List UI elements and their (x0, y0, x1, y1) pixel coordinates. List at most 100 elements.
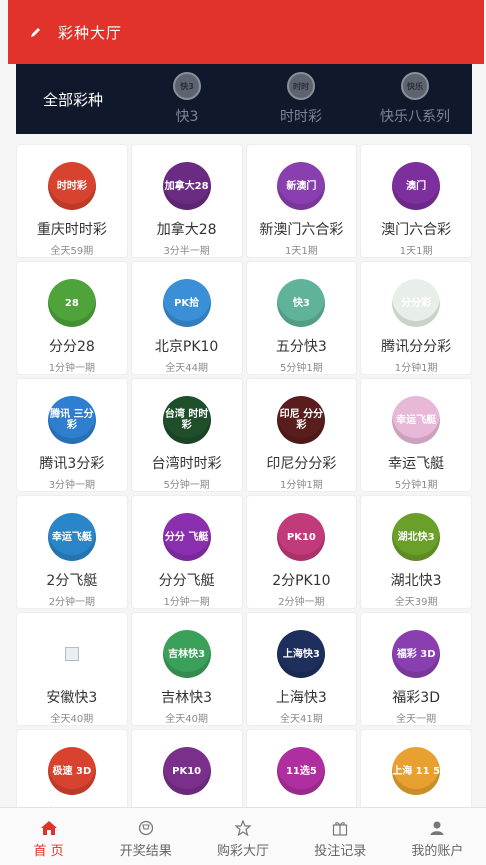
lottery-name: 重庆时时彩 (36, 222, 107, 238)
lottery-name: 澳门六合彩 (381, 222, 452, 238)
home-icon (40, 821, 57, 835)
lottery-card[interactable]: 安徽快3 全天40期 (16, 612, 128, 726)
lottery-schedule: 5分钟1期 (280, 363, 323, 374)
lottery-name: 加拿大28 (156, 222, 217, 238)
lottery-card[interactable]: 幸运飞艇 2分飞艇 2分钟一期 (16, 495, 128, 609)
tab-my-account[interactable]: 我的账户 (389, 808, 486, 865)
tab-bet-records[interactable]: 投注记录 (292, 808, 389, 865)
tab-kuaile8[interactable]: 快乐 快乐八系列 (358, 64, 472, 134)
lottery-name: 湖北快3 (390, 573, 442, 589)
tab-label: 购彩大厅 (217, 844, 270, 859)
lottery-logo: 幸运飞艇 (47, 513, 96, 561)
trophy-icon (138, 820, 153, 836)
lottery-schedule: 全天一期 (396, 714, 437, 725)
lottery-schedule: 1分钟1期 (280, 480, 323, 491)
lottery-card[interactable]: 新澳门 新澳门六合彩 1天1期 (245, 144, 358, 258)
lottery-card[interactable]: 28 分分28 1分钟一期 (16, 261, 128, 375)
lottery-logo: 分分彩 (392, 279, 441, 327)
star-icon (234, 820, 252, 836)
pencil-icon[interactable] (30, 26, 42, 38)
tab-lottery-hall[interactable]: 购彩大厅 (194, 808, 291, 865)
bottom-tab-bar: 首 页 开奖结果 购彩大厅 投注记录 我的账户 (0, 807, 486, 865)
lottery-card[interactable]: 分分彩 腾讯分分彩 1分钟1期 (360, 261, 472, 375)
lottery-card[interactable]: 湖北快3 湖北快3 全天39期 (360, 495, 472, 609)
lottery-schedule: 5分钟一期 (163, 480, 210, 491)
lottery-name: 安徽快3 (46, 690, 98, 706)
lottery-card[interactable]: 加拿大28 加拿大28 3分半一期 (130, 144, 243, 258)
lottery-card[interactable]: 澳门澳门六合彩 1天1期 (360, 144, 472, 258)
lottery-schedule: 全天40期 (165, 714, 208, 725)
lottery-name: 分分飞艇 (158, 573, 215, 589)
tab-all-lotteries[interactable]: 全部彩种 (16, 64, 130, 134)
tab-label: 投注记录 (314, 844, 367, 859)
lottery-card[interactable]: PK拾北京PK10 全天44期 (130, 261, 243, 375)
shishicai-icon: 时时 (287, 72, 315, 100)
lottery-schedule: 全天40期 (50, 714, 94, 725)
lottery-name: 2分PK10 (272, 573, 331, 589)
category-tabs: 全部彩种 快3 快3 时时 时时彩 快乐 快乐八系列 (16, 64, 472, 134)
lottery-logo: 极速 3D (47, 747, 96, 795)
lottery-name: 2分飞艇 (46, 573, 98, 589)
lottery-schedule: 1分钟1期 (394, 363, 438, 374)
gift-icon (333, 822, 348, 836)
lottery-name: 印尼分分彩 (266, 456, 337, 472)
lottery-card[interactable]: 幸运飞艇 幸运飞艇 5分钟1期 (360, 378, 472, 492)
page-title: 彩种大厅 (58, 23, 123, 42)
lottery-grid: 时时彩 重庆时时彩 全天59期 加拿大28 加拿大28 3分半一期 新澳门 新澳门六合彩 1天1… (16, 144, 472, 843)
lottery-schedule: 3分钟一期 (48, 480, 96, 491)
lottery-schedule: 全天44期 (165, 363, 208, 374)
lottery-logo: 湖北快3 (392, 513, 441, 561)
tab-results[interactable]: 开奖结果 (97, 808, 194, 865)
tab-label: 首 页 (33, 844, 64, 859)
lottery-card[interactable]: 分分 飞艇 分分飞艇 1分钟一期 (130, 495, 243, 609)
lottery-logo: PK10 (162, 747, 211, 795)
lottery-card[interactable]: 印尼 分分彩 印尼分分彩 1分钟1期 (245, 378, 358, 492)
lottery-schedule: 全天41期 (280, 714, 323, 725)
lottery-logo: 时时彩 (47, 162, 96, 210)
tab-label: 快3 (175, 109, 199, 125)
tab-home[interactable]: 首 页 (0, 808, 97, 865)
tab-label: 全部彩种 (42, 90, 103, 109)
lottery-name: 台湾时时彩 (151, 456, 222, 472)
lottery-card[interactable]: 快3 五分快3 5分钟1期 (245, 261, 358, 375)
tab-shishicai[interactable]: 时时 时时彩 (244, 64, 358, 134)
lottery-name: 北京PK10 (154, 339, 219, 355)
lottery-name: 腾讯3分彩 (39, 456, 105, 472)
lottery-schedule: 2分钟一期 (278, 597, 325, 608)
lottery-schedule: 1分钟一期 (163, 597, 210, 608)
lottery-card[interactable]: 吉林快3 吉林快3 全天40期 (130, 612, 243, 726)
lottery-schedule: 1天1期 (399, 246, 433, 257)
lottery-card[interactable]: 台湾 时时彩 台湾时时彩 5分钟一期 (130, 378, 243, 492)
lottery-logo: 新澳门 (277, 162, 326, 210)
lottery-logo: 福彩 3D (392, 630, 441, 678)
lottery-name: 上海快3 (275, 690, 327, 706)
lottery-logo: 幸运飞艇 (392, 396, 441, 444)
lottery-logo: 上海 11 5 (392, 747, 441, 795)
tab-label: 时时彩 (280, 109, 322, 125)
lottery-name: 五分快3 (275, 339, 327, 355)
lottery-logo: 腾讯 三分彩 (47, 396, 96, 444)
lottery-card[interactable]: 腾讯 三分彩腾讯3分彩 3分钟一期 (16, 378, 128, 492)
lottery-schedule: 3分半一期 (163, 246, 210, 257)
lottery-schedule: 全天39期 (394, 597, 438, 608)
lottery-logo: PK拾 (162, 279, 211, 327)
lottery-card[interactable]: 上海快3 上海快3 全天41期 (245, 612, 358, 726)
lottery-name: 吉林快3 (161, 690, 213, 706)
tab-kuai3[interactable]: 快3 快3 (130, 64, 244, 134)
lottery-card[interactable]: 时时彩重庆时时彩全天59期 (16, 144, 128, 258)
lottery-card[interactable]: PK10 2分PK10 2分钟一期 (245, 495, 358, 609)
kuai3-icon: 快3 (173, 72, 201, 100)
app-header: 彩种大厅 (8, 0, 484, 64)
lottery-name: 福彩3D (392, 690, 440, 706)
lottery-logo: 吉林快3 (162, 630, 211, 678)
app-root: 彩种大厅 全部彩种 快3 快3 时时 时时彩 快乐 快乐八系列 时时彩重庆时时彩… (0, 0, 486, 865)
lottery-card[interactable]: 福彩 3D 福彩3D 全天一期 (360, 612, 472, 726)
lottery-logo: 28 (47, 279, 96, 327)
lottery-schedule: 1分钟一期 (48, 363, 96, 374)
tab-label: 快乐八系列 (380, 109, 450, 125)
lottery-logo: 11选5 (277, 747, 326, 795)
lottery-logo: 加拿大28 (162, 162, 211, 210)
lottery-logo: 快3 (277, 279, 326, 327)
lottery-logo: 澳门 (392, 162, 441, 210)
lottery-schedule: 全天59期 (50, 246, 94, 257)
